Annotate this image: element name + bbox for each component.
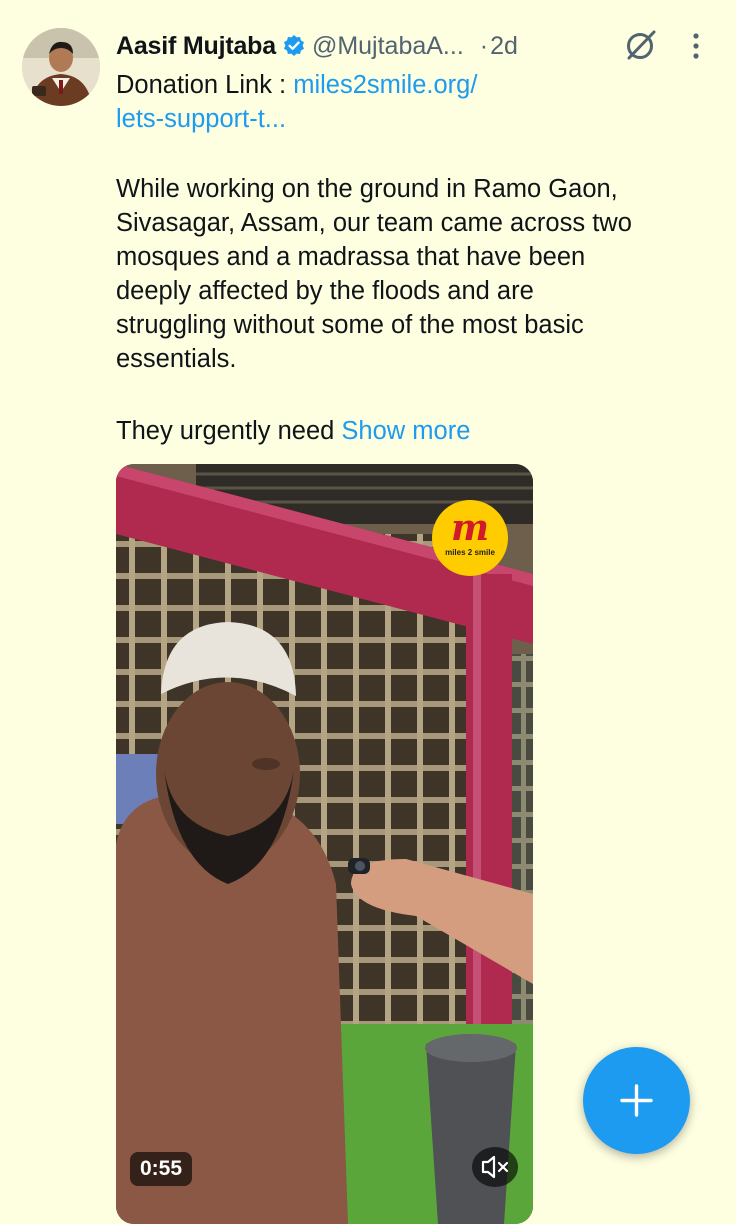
plus-icon — [620, 1084, 653, 1117]
tweet-body-line: Sivasagar, Assam, our team came across t… — [116, 209, 632, 237]
author-name[interactable]: Aasif Mujtaba — [116, 32, 276, 61]
video-player[interactable]: m miles 2 smile 0:55 — [116, 464, 533, 1224]
video-frame — [116, 464, 533, 1224]
donation-link-continued[interactable]: lets-support-t... — [116, 102, 716, 136]
video-duration: 0:55 — [130, 1152, 193, 1186]
donation-link[interactable]: miles2smile.org/ — [293, 71, 477, 99]
separator-dot: · — [479, 31, 489, 60]
tweet-body-line: While working on the ground in Ramo Gaon… — [116, 175, 618, 203]
donation-line: Donation Link : miles2smile.org/ — [116, 68, 716, 102]
compose-button[interactable] — [583, 1047, 690, 1154]
volume-muted-icon — [481, 1155, 509, 1179]
tweet-body-text: They urgently need — [116, 417, 342, 445]
logo-text: miles 2 smile — [445, 548, 495, 557]
tweet-body-line: essentials. — [116, 345, 237, 373]
tweet-body-last-line: They urgently need Show more — [116, 414, 716, 448]
mute-button[interactable] — [472, 1147, 518, 1187]
tweet-body-line: mosques and a madrassa that have been — [116, 243, 586, 271]
grok-icon[interactable] — [624, 28, 658, 62]
tweet-body-line: struggling without some of the most basi… — [116, 311, 584, 339]
more-vertical-icon[interactable] — [684, 30, 708, 62]
author-handle[interactable]: @MujtabaA... — [312, 32, 464, 61]
tweet-body-line: deeply affected by the floods and are — [116, 277, 534, 305]
logo-mark: m — [450, 507, 490, 549]
verified-badge-icon — [282, 34, 306, 58]
show-more-link[interactable]: Show more — [341, 417, 470, 445]
donation-label: Donation Link : — [116, 71, 294, 99]
author-avatar[interactable] — [22, 28, 100, 106]
tweet-timestamp[interactable]: 2d — [490, 32, 518, 61]
miles2smile-logo: m miles 2 smile — [432, 500, 508, 576]
